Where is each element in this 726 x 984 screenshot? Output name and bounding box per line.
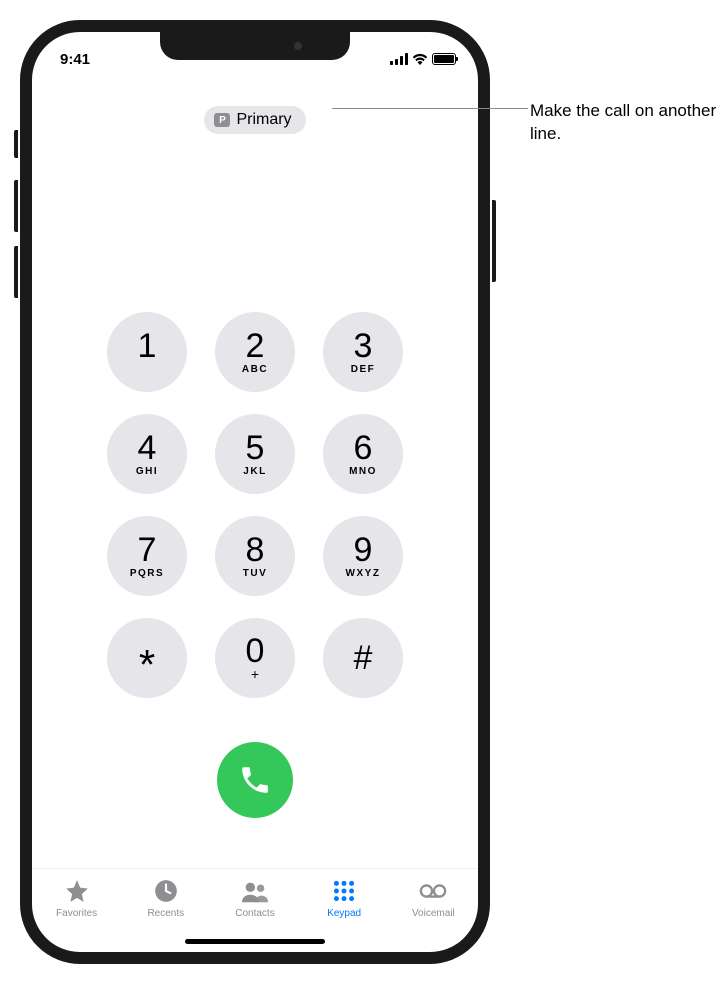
callout-line: [332, 108, 528, 109]
volume-down-button[interactable]: [14, 246, 18, 298]
tab-label: Recents: [147, 908, 184, 919]
keypad-9[interactable]: 9 WXYZ: [323, 516, 403, 596]
key-letters: GHI: [136, 466, 158, 477]
cellular-signal-icon: [390, 53, 408, 65]
tab-favorites[interactable]: Favorites: [35, 877, 119, 919]
keypad-icon: [330, 877, 358, 905]
keypad-star[interactable]: *: [107, 618, 187, 698]
key-letters: +: [251, 666, 259, 682]
tab-keypad[interactable]: Keypad: [302, 877, 386, 919]
home-indicator[interactable]: [185, 939, 325, 944]
callout-text: Make the call on another line.: [530, 100, 726, 146]
keypad-2[interactable]: 2 ABC: [215, 312, 295, 392]
key-digit: 9: [354, 533, 373, 567]
key-letters: MNO: [349, 466, 377, 477]
key-letters: TUV: [243, 568, 268, 579]
keypad-6[interactable]: 6 MNO: [323, 414, 403, 494]
key-digit: 5: [246, 431, 265, 465]
call-button[interactable]: [217, 742, 293, 818]
key-letters: PQRS: [130, 568, 164, 579]
key-letters: ABC: [242, 364, 268, 375]
clock-icon: [152, 877, 180, 905]
key-digit: #: [354, 641, 373, 675]
star-icon: [63, 877, 91, 905]
keypad: 1 2 ABC 3 DEF 4 GHI 5 JKL 6 MNO 7 PQRS 8: [32, 312, 478, 698]
tab-label: Favorites: [56, 908, 97, 919]
keypad-0[interactable]: 0 +: [215, 618, 295, 698]
tab-label: Keypad: [327, 908, 361, 919]
tab-recents[interactable]: Recents: [124, 877, 208, 919]
voicemail-icon: [419, 877, 447, 905]
silent-switch[interactable]: [14, 130, 18, 158]
key-digit: 1: [138, 329, 157, 363]
keypad-8[interactable]: 8 TUV: [215, 516, 295, 596]
volume-up-button[interactable]: [14, 180, 18, 232]
wifi-icon: [412, 53, 428, 65]
tab-voicemail[interactable]: Voicemail: [391, 877, 475, 919]
contacts-icon: [241, 877, 269, 905]
key-digit: 6: [354, 431, 373, 465]
line-selector-button[interactable]: P Primary: [204, 106, 305, 134]
key-digit: 2: [246, 329, 265, 363]
line-selector-label: Primary: [236, 111, 291, 129]
phone-icon: [238, 763, 272, 797]
key-digit: 7: [138, 533, 157, 567]
battery-icon: [432, 53, 456, 65]
key-digit: 3: [354, 329, 373, 363]
tab-contacts[interactable]: Contacts: [213, 877, 297, 919]
key-digit: 0: [246, 634, 265, 668]
key-letters: DEF: [351, 364, 376, 375]
keypad-pound[interactable]: #: [323, 618, 403, 698]
notch: [160, 32, 350, 60]
keypad-1[interactable]: 1: [107, 312, 187, 392]
keypad-3[interactable]: 3 DEF: [323, 312, 403, 392]
keypad-4[interactable]: 4 GHI: [107, 414, 187, 494]
keypad-5[interactable]: 5 JKL: [215, 414, 295, 494]
side-power-button[interactable]: [492, 200, 496, 282]
phone-frame: 9:41 P Primary 1 2 ABC: [20, 20, 490, 964]
key-digit: 4: [138, 431, 157, 465]
keypad-7[interactable]: 7 PQRS: [107, 516, 187, 596]
key-digit: *: [139, 644, 155, 686]
key-digit: 8: [246, 533, 265, 567]
tab-label: Contacts: [235, 908, 274, 919]
key-letters: JKL: [243, 466, 266, 477]
line-badge: P: [214, 113, 230, 127]
key-letters: WXYZ: [346, 568, 381, 579]
tab-label: Voicemail: [412, 908, 455, 919]
